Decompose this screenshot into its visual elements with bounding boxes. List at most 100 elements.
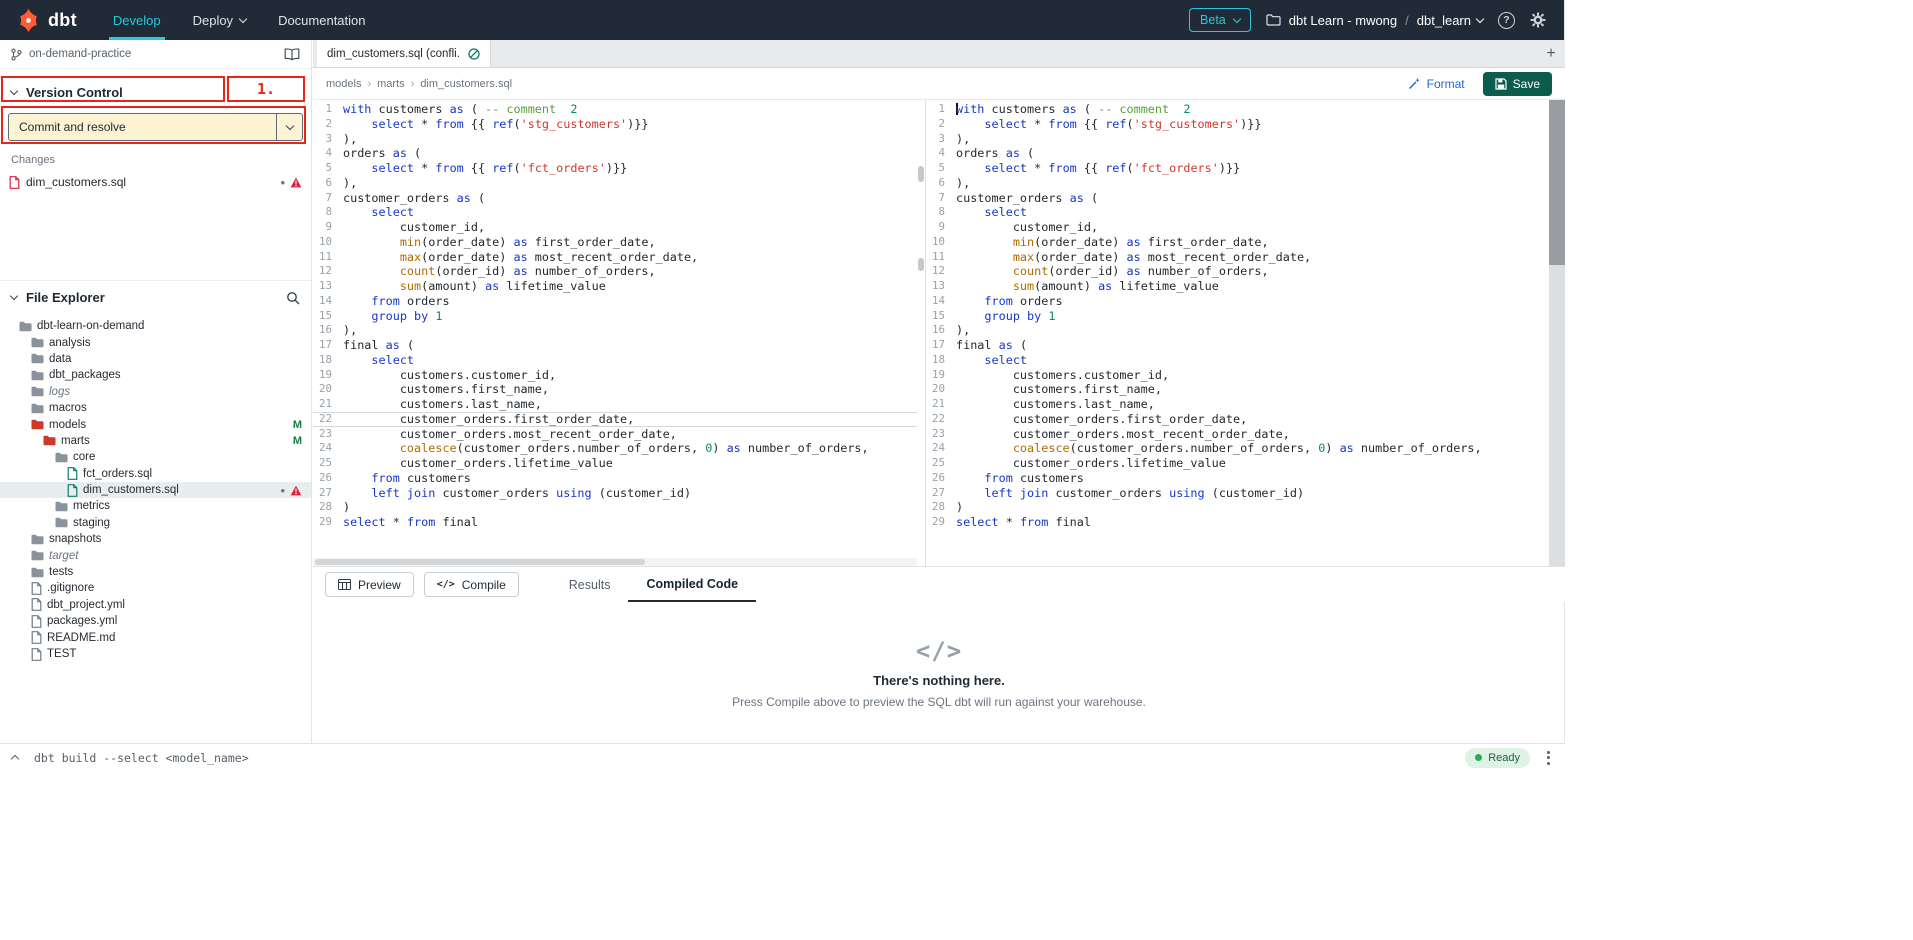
code-line-4[interactable]: 4orders as ( [313, 146, 917, 161]
code-line-16[interactable]: 16), [313, 323, 917, 338]
code-line-11[interactable]: 11 max(order_date) as most_recent_order_… [313, 250, 917, 265]
code-line-24[interactable]: 24 coalesce(customer_orders.number_of_or… [313, 441, 917, 456]
tree-item-dbt-learn-on-demand[interactable]: dbt-learn-on-demand [0, 318, 311, 334]
tab-compiled-code[interactable]: Compiled Code [628, 567, 756, 602]
code-line-1[interactable]: 1with customers as ( -- comment 2 [926, 102, 1549, 117]
code-line-13[interactable]: 13 sum(amount) as lifetime_value [926, 279, 1549, 294]
tree-item-dbt_project.yml[interactable]: dbt_project.yml [0, 597, 311, 613]
scrollbar-thumb[interactable] [1549, 100, 1565, 265]
tree-item-dbt_packages[interactable]: dbt_packages [0, 367, 311, 383]
tree-item-packages.yml[interactable]: packages.yml [0, 613, 311, 629]
code-line-29[interactable]: 29select * from final [313, 515, 917, 530]
tab-dim-customers-sql[interactable]: dim_customers.sql (confli... [317, 40, 491, 67]
expand-panel-chevron-icon[interactable] [11, 755, 19, 763]
file-explorer-header[interactable]: File Explorer [0, 280, 311, 310]
code-line-29[interactable]: 29select * from final [926, 515, 1549, 530]
code-line-7[interactable]: 7customer_orders as ( [313, 191, 917, 206]
help-button[interactable]: ? [1498, 12, 1515, 29]
tab-results[interactable]: Results [551, 567, 629, 602]
code-line-19[interactable]: 19 customers.customer_id, [926, 368, 1549, 383]
editor-scrollbar[interactable] [1549, 100, 1565, 566]
code-line-6[interactable]: 6), [313, 176, 917, 191]
tree-item-README.md[interactable]: README.md [0, 629, 311, 645]
format-button[interactable]: Format [1408, 77, 1465, 91]
code-line-12[interactable]: 12 count(order_id) as number_of_orders, [313, 264, 917, 279]
code-line-19[interactable]: 19 customers.customer_id, [313, 368, 917, 383]
tree-item-analysis[interactable]: analysis [0, 334, 311, 350]
tree-item-target[interactable]: target [0, 547, 311, 563]
project-dropdown[interactable]: dbt_learn [1417, 13, 1483, 28]
breadcrumb-models[interactable]: models [326, 78, 361, 90]
code-line-27[interactable]: 27 left join customer_orders using (cust… [313, 486, 917, 501]
code-line-23[interactable]: 23 customer_orders.most_recent_order_dat… [926, 427, 1549, 442]
scrollbar-thumb[interactable] [918, 258, 924, 271]
diff-pane-right[interactable]: 1with customers as ( -- comment 22 selec… [926, 100, 1549, 566]
code-line-15[interactable]: 15 group by 1 [313, 309, 917, 324]
nav-develop[interactable]: Develop [97, 0, 177, 40]
code-line-8[interactable]: 8 select [926, 205, 1549, 220]
code-line-10[interactable]: 10 min(order_date) as first_order_date, [926, 235, 1549, 250]
code-line-4[interactable]: 4orders as ( [926, 146, 1549, 161]
code-line-8[interactable]: 8 select [313, 205, 917, 220]
overflow-menu-icon[interactable] [1544, 748, 1553, 768]
breadcrumb-file[interactable]: dim_customers.sql [420, 78, 512, 90]
code-line-13[interactable]: 13 sum(amount) as lifetime_value [313, 279, 917, 294]
tree-item-snapshots[interactable]: snapshots [0, 531, 311, 547]
tree-item-data[interactable]: data [0, 351, 311, 367]
code-line-15[interactable]: 15 group by 1 [926, 309, 1549, 324]
code-line-10[interactable]: 10 min(order_date) as first_order_date, [313, 235, 917, 250]
tree-item-TEST[interactable]: TEST [0, 646, 311, 662]
code-line-9[interactable]: 9 customer_id, [926, 220, 1549, 235]
code-line-6[interactable]: 6), [926, 176, 1549, 191]
code-line-17[interactable]: 17final as ( [313, 338, 917, 353]
code-line-25[interactable]: 25 customer_orders.lifetime_value [926, 456, 1549, 471]
commit-and-resolve-button[interactable]: Commit and resolve [8, 113, 303, 141]
docs-book-icon[interactable] [284, 48, 300, 61]
save-button[interactable]: Save [1483, 72, 1552, 96]
code-line-20[interactable]: 20 customers.first_name, [926, 382, 1549, 397]
diff-pane-left[interactable]: 1with customers as ( -- comment 22 selec… [313, 100, 917, 566]
search-icon[interactable] [286, 291, 300, 305]
code-line-5[interactable]: 5 select * from {{ ref('fct_orders')}} [313, 161, 917, 176]
code-line-23[interactable]: 23 customer_orders.most_recent_order_dat… [313, 427, 917, 442]
compile-button[interactable]: </> Compile [424, 572, 519, 597]
horizontal-scrollbar[interactable] [313, 558, 917, 566]
left-pane-scrollbar[interactable] [917, 100, 925, 566]
code-line-9[interactable]: 9 customer_id, [313, 220, 917, 235]
tree-item-staging[interactable]: staging [0, 515, 311, 531]
nav-deploy[interactable]: Deploy [177, 0, 262, 40]
tree-item-tests[interactable]: tests [0, 564, 311, 580]
code-line-22[interactable]: 22 customer_orders.first_order_date, [313, 412, 917, 427]
tree-item-logs[interactable]: logs [0, 384, 311, 400]
commit-dropdown-toggle[interactable] [276, 114, 302, 140]
changed-file-dim_customers.sql[interactable]: dim_customers.sql• [0, 172, 311, 192]
scrollbar-thumb[interactable] [315, 559, 645, 565]
code-line-22[interactable]: 22 customer_orders.first_order_date, [926, 412, 1549, 427]
dbt-logo[interactable]: dbt [0, 0, 89, 40]
code-line-18[interactable]: 18 select [313, 353, 917, 368]
code-line-14[interactable]: 14 from orders [926, 294, 1549, 309]
code-line-25[interactable]: 25 customer_orders.lifetime_value [313, 456, 917, 471]
code-line-16[interactable]: 16), [926, 323, 1549, 338]
tree-item-metrics[interactable]: metrics [0, 498, 311, 514]
code-line-27[interactable]: 27 left join customer_orders using (cust… [926, 486, 1549, 501]
breadcrumb-marts[interactable]: marts [377, 78, 405, 90]
code-line-12[interactable]: 12 count(order_id) as number_of_orders, [926, 264, 1549, 279]
code-line-18[interactable]: 18 select [926, 353, 1549, 368]
code-line-2[interactable]: 2 select * from {{ ref('stg_customers')}… [313, 117, 917, 132]
tree-item-fct_orders.sql[interactable]: fct_orders.sql [0, 466, 311, 482]
tree-item-models[interactable]: modelsM [0, 416, 311, 432]
code-line-1[interactable]: 1with customers as ( -- comment 2 [313, 102, 917, 117]
code-line-11[interactable]: 11 max(order_date) as most_recent_order_… [926, 250, 1549, 265]
code-line-28[interactable]: 28) [926, 500, 1549, 515]
tree-item-marts[interactable]: martsM [0, 433, 311, 449]
code-line-28[interactable]: 28) [313, 500, 917, 515]
code-line-26[interactable]: 26 from customers [926, 471, 1549, 486]
beta-dropdown[interactable]: Beta [1189, 8, 1251, 32]
code-line-21[interactable]: 21 customers.last_name, [926, 397, 1549, 412]
version-control-header[interactable]: Version Control [0, 79, 311, 105]
code-line-21[interactable]: 21 customers.last_name, [313, 397, 917, 412]
tree-item-.gitignore[interactable]: .gitignore [0, 580, 311, 596]
code-line-17[interactable]: 17final as ( [926, 338, 1549, 353]
nav-documentation[interactable]: Documentation [262, 0, 381, 40]
